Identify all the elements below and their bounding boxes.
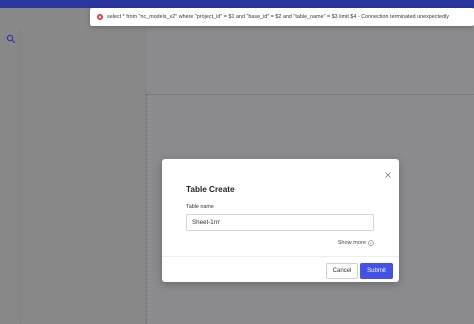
tree-guide-line	[20, 30, 21, 324]
dialog-title: Table Create	[186, 185, 235, 194]
search-icon[interactable]	[6, 31, 16, 44]
submit-button[interactable]: Submit	[360, 263, 393, 279]
error-message: select * from "nc_models_v2" where "proj…	[107, 14, 449, 20]
chevron-down-circle-icon	[368, 240, 374, 246]
show-more-label: Show more	[337, 240, 366, 246]
error-icon	[97, 14, 103, 20]
error-toast: select * from "nc_models_v2" where "proj…	[90, 8, 474, 26]
table-create-dialog: Table Create Table name Show more Cancel…	[162, 159, 399, 282]
show-more-toggle[interactable]: Show more	[338, 240, 374, 246]
top-navbar	[0, 0, 474, 8]
sidebar	[0, 8, 146, 324]
cancel-button[interactable]: Cancel	[326, 263, 358, 279]
footer-divider	[162, 256, 399, 257]
table-name-label: Table name	[186, 204, 214, 210]
table-name-input[interactable]	[186, 214, 374, 231]
close-icon[interactable]	[384, 166, 392, 178]
